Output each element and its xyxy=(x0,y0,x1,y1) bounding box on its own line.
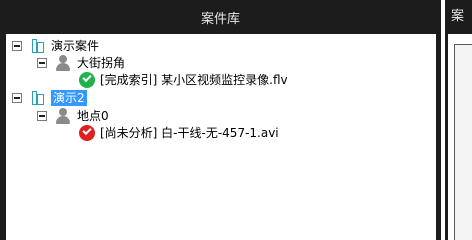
tree-node-video[interactable]: [尚未分析] 白-干线-无-457-1.avi xyxy=(79,124,279,142)
case-label-selected[interactable]: 演示2 xyxy=(51,90,87,106)
panel-title: 案件库 xyxy=(200,11,240,27)
tree-node-case[interactable]: 演示案件 xyxy=(12,37,99,55)
tree-node-video[interactable]: [完成索引] 某小区视频监控录像.flv xyxy=(79,71,288,89)
case-folder-icon xyxy=(30,90,46,106)
right-panel-title: 案 xyxy=(451,9,465,24)
case-label[interactable]: 演示案件 xyxy=(51,38,99,54)
tree-node-location[interactable]: 大街拐角 xyxy=(37,54,125,72)
collapse-icon[interactable] xyxy=(37,111,47,121)
check-icon xyxy=(79,125,95,141)
right-panel: 案 xyxy=(445,0,472,240)
person-icon xyxy=(55,108,71,124)
collapse-icon[interactable] xyxy=(37,58,47,68)
check-icon xyxy=(79,72,95,88)
person-icon xyxy=(55,55,71,71)
tree-node-location[interactable]: 地点0 xyxy=(37,107,109,125)
video-label[interactable]: [尚未分析] 白-干线-无-457-1.avi xyxy=(100,125,279,141)
case-library-panel: 案件库 演示案件 大街拐角 [完成索引] 某小区视频监控录像.flv 演示2 地… xyxy=(0,0,441,240)
case-tree[interactable]: 演示案件 大街拐角 [完成索引] 某小区视频监控录像.flv 演示2 地点0 [… xyxy=(6,34,436,240)
right-panel-list xyxy=(454,44,472,240)
collapse-icon[interactable] xyxy=(12,93,22,103)
case-folder-icon xyxy=(30,38,46,54)
location-label[interactable]: 大街拐角 xyxy=(77,55,125,71)
tree-node-case[interactable]: 演示2 xyxy=(12,89,87,107)
video-label[interactable]: [完成索引] 某小区视频监控录像.flv xyxy=(100,72,288,88)
collapse-icon[interactable] xyxy=(12,41,22,51)
location-label[interactable]: 地点0 xyxy=(77,108,109,124)
